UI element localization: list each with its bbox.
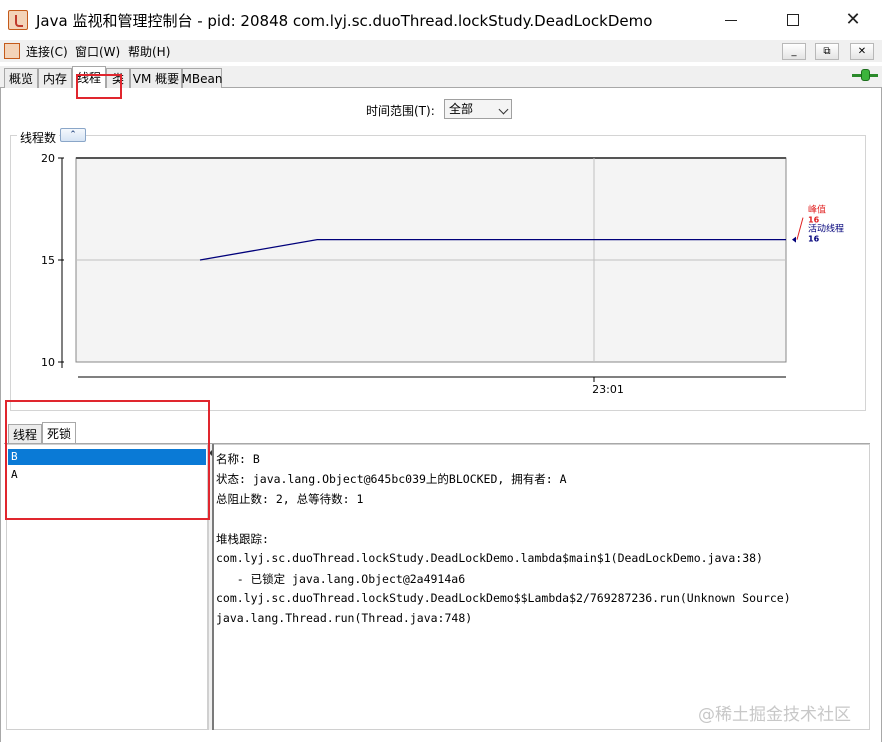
detail-name: 名称: B xyxy=(216,452,260,466)
y-tick-label: 10 xyxy=(41,356,55,369)
y-tick-label: 15 xyxy=(41,254,55,267)
legend-live-label: 活动线程 xyxy=(808,223,844,235)
legend-peak-label: 峰值 xyxy=(808,204,826,216)
legend-peak-value: 16 xyxy=(808,216,820,225)
legend-live-value: 16 xyxy=(808,235,820,244)
stack-frame: java.lang.Thread.run(Thread.java:748) xyxy=(216,611,473,625)
detail-counts: 总阻止数: 2, 总等待数: 1 xyxy=(216,492,364,506)
highlight-box-deadlock-panel xyxy=(5,400,210,520)
x-tick-label: 23:01 xyxy=(592,383,624,396)
detail-stack-header: 堆栈跟踪: xyxy=(216,532,269,546)
stack-lock-info: - 已锁定 java.lang.Object@2a4914a6 xyxy=(216,572,466,586)
stack-frame: com.lyj.sc.duoThread.lockStudy.DeadLockD… xyxy=(216,591,791,605)
watermark: @稀土掘金技术社区 xyxy=(698,705,851,725)
stack-frame: com.lyj.sc.duoThread.lockStudy.DeadLockD… xyxy=(216,551,763,565)
highlight-box-threads-tab xyxy=(76,74,122,99)
y-tick-label: 20 xyxy=(41,152,55,165)
detail-state: 状态: java.lang.Object@645bc039上的BLOCKED, … xyxy=(216,472,567,486)
legend-connector xyxy=(796,217,804,240)
legend-marker-icon xyxy=(792,236,796,243)
